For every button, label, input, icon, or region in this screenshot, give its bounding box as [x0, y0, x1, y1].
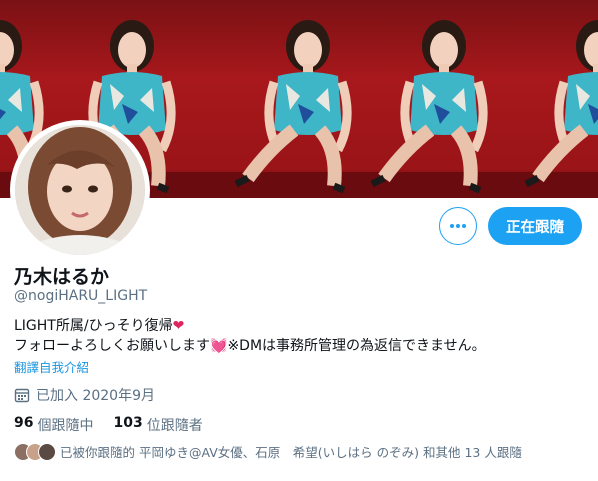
- follower-avatars: [14, 442, 56, 461]
- bio-line-2: フォローよろしくお願いします💓※DMは事務所管理の為返信できません。: [14, 336, 486, 356]
- user-handle: @nogiHARU_LIGHT: [14, 288, 148, 304]
- more-options-button[interactable]: [439, 207, 477, 245]
- following-label: 個跟隨中: [37, 418, 94, 434]
- bio-line-2-text-a: フォローよろしくお願いします: [14, 338, 210, 354]
- following-button[interactable]: 正在跟隨: [488, 207, 582, 245]
- calendar-icon: [14, 388, 30, 403]
- followers-stat[interactable]: 103 位跟隨者: [113, 415, 202, 435]
- bio-line-1: LIGHT所属/ひっそり復帰❤: [14, 316, 486, 336]
- following-stat[interactable]: 96 個跟隨中: [14, 415, 93, 435]
- following-count: 96: [14, 415, 34, 431]
- followers-you-know[interactable]: 已被你跟隨的 平岡ゆき@AV女優、石原 希望(いしはら のぞみ) 和其他 13 …: [14, 442, 522, 461]
- avatar: [38, 442, 56, 461]
- bio-line-2-text-b: ※DMは事務所管理の為返信できません。: [227, 338, 486, 354]
- followers-label: 位跟隨者: [146, 418, 203, 434]
- display-name: 乃木はるか: [14, 266, 110, 288]
- followers-you-know-text: 已被你跟隨的 平岡ゆき@AV女優、石原 希望(いしはら のぞみ) 和其他 13 …: [60, 445, 522, 460]
- joined-date: 已加入 2020年9月: [14, 385, 155, 405]
- follow-stats: 96 個跟隨中 103 位跟隨者: [14, 415, 223, 435]
- more-dots-icon: [450, 224, 466, 228]
- translate-bio-link[interactable]: 翻譯自我介紹: [14, 357, 89, 376]
- joined-text: 已加入 2020年9月: [36, 388, 155, 404]
- heart-icon: 💓: [210, 338, 228, 354]
- avatar-image: [15, 125, 145, 255]
- heart-icon: ❤: [172, 318, 185, 334]
- followers-count: 103: [113, 415, 143, 431]
- profile-avatar[interactable]: [10, 120, 150, 260]
- profile-bio: LIGHT所属/ひっそり復帰❤ フォローよろしくお願いします💓※DMは事務所管理…: [14, 316, 486, 356]
- bio-line-1-text: LIGHT所属/ひっそり復帰: [14, 318, 173, 334]
